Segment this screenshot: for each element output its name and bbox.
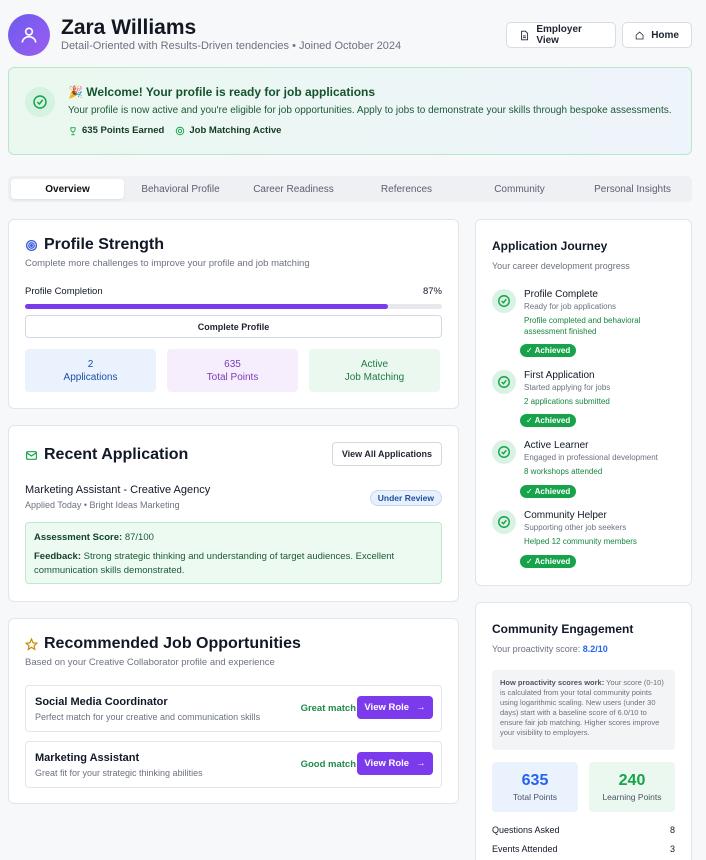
- step-title: Profile Complete: [524, 289, 598, 300]
- recent-application-card: Recent Application View All Applications…: [8, 425, 459, 602]
- welcome-text: Your profile is now active and you're el…: [68, 105, 672, 116]
- check-circle-icon: [492, 370, 516, 394]
- assessment-box: Assessment Score: 87/100 Feedback: Stron…: [25, 522, 442, 584]
- recent-application-title: Recent Application: [25, 446, 188, 464]
- achieved-badge: ✓ Achieved: [520, 344, 577, 357]
- trophy-icon: [70, 126, 76, 135]
- view-all-applications-button[interactable]: View All Applications: [331, 442, 442, 466]
- step-detail: Profile completed and behavioral assessm…: [524, 316, 641, 336]
- user-icon: [21, 27, 37, 43]
- recommended-jobs-title: Recommended Job Opportunities: [25, 635, 301, 653]
- employer-view-button[interactable]: Employer View: [506, 22, 616, 48]
- proactivity-score: Your proactivity score: 8.2/10: [492, 644, 608, 654]
- step-title: Community Helper: [524, 510, 607, 521]
- job-description: Great fit for your strategic thinking ab…: [35, 768, 203, 778]
- check-circle-icon: [492, 289, 516, 313]
- profile-name: Zara Williams: [61, 16, 197, 39]
- employer-view-label: Employer View: [536, 24, 582, 46]
- target-icon: [25, 239, 38, 251]
- document-icon: [521, 30, 529, 40]
- journey-subtitle: Your career development progress: [492, 261, 630, 271]
- recommended-jobs-card: Recommended Job Opportunities Based on y…: [8, 618, 459, 804]
- profile-subtitle: Detail-Oriented with Results-Driven tend…: [61, 40, 402, 52]
- view-role-button[interactable]: View Role →: [357, 696, 433, 719]
- profile-strength-subtitle: Complete more challenges to improve your…: [25, 258, 310, 269]
- completion-progress-bar: [25, 304, 442, 309]
- check-circle-icon: [25, 87, 55, 117]
- points-earned: 635 Points Earned: [82, 125, 165, 136]
- application-job-title[interactable]: Marketing Assistant - Creative Agency: [25, 484, 210, 496]
- learning-points-box: 240 Learning Points: [589, 762, 675, 812]
- achieved-badge: ✓ Achieved: [520, 485, 577, 498]
- status-badge: Under Review: [369, 490, 442, 506]
- arrow-right-icon: →: [416, 758, 426, 769]
- party-icon: 🎉: [68, 85, 83, 99]
- job-matching-status: Job Matching Active: [189, 125, 282, 136]
- match-label: Great match: [300, 703, 356, 714]
- completion-label: Profile Completion: [25, 286, 103, 297]
- avatar: [8, 14, 50, 56]
- welcome-banner: 🎉 Welcome! Your profile is ready for job…: [8, 67, 692, 155]
- stat-applications: 2 Applications: [25, 349, 156, 392]
- check-circle-icon: [492, 510, 516, 534]
- tab-overview[interactable]: Overview: [11, 179, 124, 199]
- welcome-title: 🎉 Welcome! Your profile is ready for job…: [68, 85, 376, 99]
- journey-title: Application Journey: [492, 239, 608, 253]
- match-label: Good match: [300, 759, 356, 770]
- community-engagement-card: Community Engagement Your proactivity sc…: [475, 602, 692, 860]
- check-circle-icon: [492, 440, 516, 464]
- step-description: Engaged in professional development: [524, 453, 658, 462]
- achieved-badge: ✓ Achieved: [520, 414, 577, 427]
- tab-career-readiness[interactable]: Career Readiness: [237, 179, 350, 199]
- mail-icon: [26, 450, 37, 460]
- tab-behavioral-profile[interactable]: Behavioral Profile: [124, 179, 237, 199]
- job-title: Social Media Coordinator: [35, 696, 168, 708]
- profile-strength-title: Profile Strength: [25, 236, 164, 254]
- stat-job-matching: Active Job Matching: [309, 349, 440, 392]
- assessment-score: 87/100: [124, 532, 154, 543]
- welcome-meta: 635 Points Earned Job Matching Active: [68, 125, 281, 136]
- total-points-box: 635 Total Points: [492, 762, 578, 812]
- tab-bar: Overview Behavioral Profile Career Readi…: [8, 176, 692, 202]
- step-description: Supporting other job seekers: [524, 523, 627, 532]
- step-title: First Application: [524, 370, 595, 381]
- recommended-jobs-subtitle: Based on your Creative Collaborator prof…: [25, 657, 275, 668]
- job-card: Social Media Coordinator Perfect match f…: [25, 685, 442, 732]
- proactivity-explainer: How proactivity scores work: Your score …: [492, 670, 675, 750]
- home-icon: [635, 31, 644, 39]
- target-icon: [176, 126, 185, 135]
- arrow-right-icon: →: [416, 702, 426, 713]
- achieved-badge: ✓ Achieved: [520, 555, 577, 568]
- home-label: Home: [651, 29, 679, 41]
- completion-progress-fill: [25, 304, 388, 309]
- assessment-feedback: Strong strategic thinking and understand…: [34, 551, 395, 576]
- completion-value: 87%: [422, 286, 442, 297]
- step-detail: 8 workshops attended: [524, 467, 603, 476]
- step-detail: Helped 12 community members: [524, 537, 637, 546]
- complete-profile-button[interactable]: Complete Profile: [25, 315, 442, 338]
- job-title: Marketing Assistant: [35, 752, 140, 764]
- step-detail: 2 applications submitted: [524, 397, 610, 406]
- view-role-button[interactable]: View Role →: [357, 752, 433, 775]
- step-description: Ready for job applications: [524, 302, 617, 311]
- job-card: Marketing Assistant Great fit for your s…: [25, 741, 442, 788]
- tab-references[interactable]: References: [350, 179, 463, 199]
- profile-header: Zara Williams Detail-Oriented with Resul…: [8, 14, 698, 58]
- job-description: Perfect match for your creative and comm…: [35, 712, 261, 722]
- application-meta: Applied Today • Bright Ideas Marketing: [25, 500, 180, 510]
- star-icon: [25, 637, 38, 651]
- community-title: Community Engagement: [492, 622, 634, 636]
- stat-row: Events Attended 3: [492, 844, 675, 854]
- stat-row: Questions Asked 8: [492, 825, 675, 835]
- profile-strength-card: Profile Strength Complete more challenge…: [8, 219, 459, 409]
- tab-personal-insights[interactable]: Personal Insights: [576, 179, 689, 199]
- home-button[interactable]: Home: [622, 22, 692, 48]
- step-title: Active Learner: [524, 440, 589, 451]
- step-description: Started applying for jobs: [524, 383, 611, 392]
- tab-community[interactable]: Community: [463, 179, 576, 199]
- stat-total-points: 635 Total Points: [167, 349, 298, 392]
- application-journey-card: Application Journey Your career developm…: [475, 219, 692, 586]
